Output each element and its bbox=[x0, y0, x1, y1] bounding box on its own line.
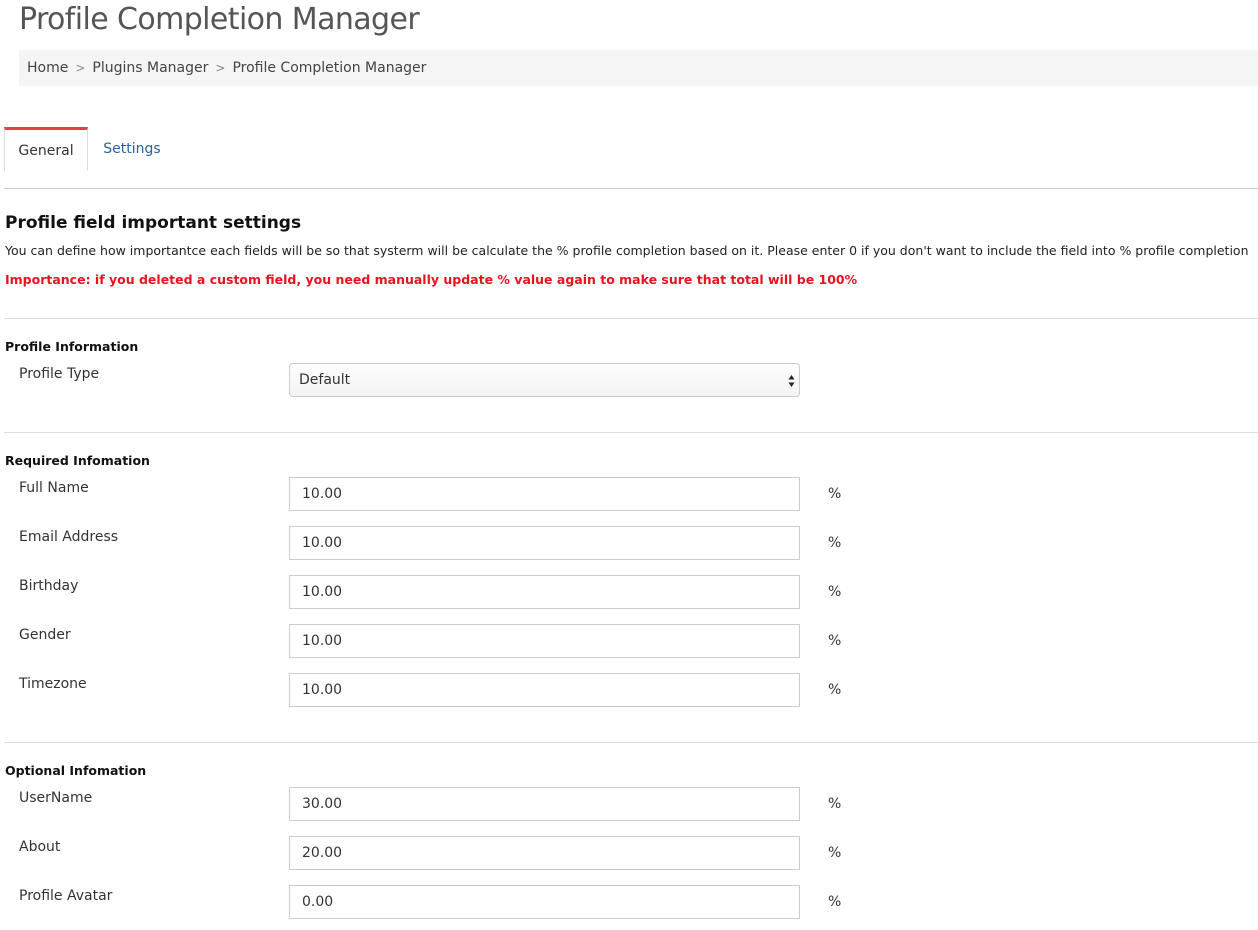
settings-description: You can define how importantce each fiel… bbox=[5, 243, 1249, 258]
page-title: Profile Completion Manager bbox=[19, 2, 420, 37]
breadcrumb-plugins-manager-link[interactable]: Plugins Manager bbox=[92, 50, 208, 86]
about-input[interactable]: 20.00 bbox=[289, 836, 800, 870]
full-name-input[interactable]: 10.00 bbox=[289, 477, 800, 511]
timezone-input[interactable]: 10.00 bbox=[289, 673, 800, 707]
full-name-label: Full Name bbox=[19, 480, 89, 496]
gender-label: Gender bbox=[19, 627, 71, 643]
group-title-optional-information: Optional Infomation bbox=[5, 763, 147, 778]
profile-type-label: Profile Type bbox=[19, 366, 100, 382]
importance-warning: Importance: if you deleted a custom fiel… bbox=[5, 272, 858, 287]
birthday-label: Birthday bbox=[19, 578, 79, 594]
profile-type-selected-value: Default bbox=[299, 372, 351, 388]
percent-unit: % bbox=[828, 796, 842, 812]
profile-avatar-input[interactable]: 0.00 bbox=[289, 885, 800, 919]
email-address-input[interactable]: 10.00 bbox=[289, 526, 800, 560]
breadcrumb-separator-icon: > bbox=[75, 61, 86, 75]
percent-unit: % bbox=[828, 845, 842, 861]
breadcrumb-home-link[interactable]: Home bbox=[27, 50, 68, 86]
divider bbox=[4, 318, 1258, 319]
breadcrumb-current-page: Profile Completion Manager bbox=[232, 60, 427, 76]
tab-settings[interactable]: Settings bbox=[90, 127, 174, 171]
about-label: About bbox=[19, 839, 61, 855]
username-input[interactable]: 30.00 bbox=[289, 787, 800, 821]
profile-type-select[interactable]: Default bbox=[289, 363, 800, 397]
divider bbox=[4, 742, 1258, 743]
group-title-required-information: Required Infomation bbox=[5, 453, 150, 468]
tabs-divider bbox=[4, 188, 1258, 189]
timezone-label: Timezone bbox=[19, 676, 87, 692]
percent-unit: % bbox=[828, 486, 842, 502]
percent-unit: % bbox=[828, 584, 842, 600]
username-label: UserName bbox=[19, 790, 93, 806]
percent-unit: % bbox=[828, 894, 842, 910]
select-arrows-icon bbox=[788, 375, 795, 387]
section-heading: Profile field important settings bbox=[5, 213, 302, 233]
breadcrumb-separator-icon: > bbox=[215, 61, 226, 75]
tab-general[interactable]: General bbox=[4, 127, 88, 171]
divider bbox=[4, 432, 1258, 433]
profile-avatar-label: Profile Avatar bbox=[19, 888, 113, 904]
birthday-input[interactable]: 10.00 bbox=[289, 575, 800, 609]
percent-unit: % bbox=[828, 535, 842, 551]
percent-unit: % bbox=[828, 682, 842, 698]
group-title-profile-information: Profile Information bbox=[5, 339, 139, 354]
email-address-label: Email Address bbox=[19, 529, 119, 545]
breadcrumb: Home > Plugins Manager > Profile Completion … bbox=[19, 50, 1258, 86]
percent-unit: % bbox=[828, 633, 842, 649]
gender-input[interactable]: 10.00 bbox=[289, 624, 800, 658]
